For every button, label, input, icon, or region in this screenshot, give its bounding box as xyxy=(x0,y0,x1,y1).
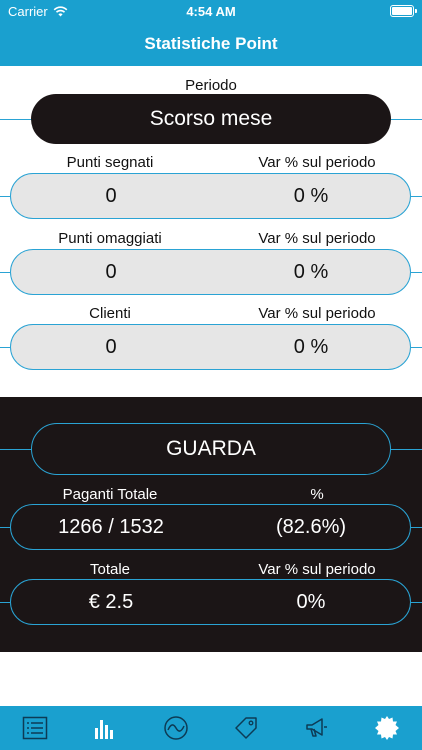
stat-row: 0 0 % xyxy=(10,173,411,219)
stat-right-label: Var % sul periodo xyxy=(258,305,376,322)
stat-left-label: Punti segnati xyxy=(66,154,154,171)
side-line xyxy=(411,272,422,273)
period-label: Periodo xyxy=(185,77,237,94)
status-bar: Carrier 4:54 AM xyxy=(0,0,422,22)
summary-left-value: € 2.5 xyxy=(88,591,134,613)
tab-promotions[interactable] xyxy=(296,708,336,748)
tab-bar xyxy=(0,706,422,750)
header: Carrier 4:54 AM Statistiche Point xyxy=(0,0,422,66)
clock: 4:54 AM xyxy=(186,4,236,19)
summary-right-value: 0% xyxy=(296,591,326,613)
stat-right-label: Var % sul periodo xyxy=(258,154,376,171)
period-selector-button[interactable]: Scorso mese xyxy=(31,94,391,144)
side-line xyxy=(0,527,10,528)
megaphone-icon xyxy=(306,718,328,737)
stat-left-label: Clienti xyxy=(89,305,131,322)
summary-right-label: % xyxy=(310,486,324,503)
tab-trend[interactable] xyxy=(156,708,196,748)
stat-right-value: 0 % xyxy=(293,261,329,283)
filter-stats-section: Periodo Scorso mese Punti segnati Var % … xyxy=(0,66,422,396)
tab-badges[interactable] xyxy=(367,708,407,748)
side-line xyxy=(0,272,10,273)
stat-row: 0 0 % xyxy=(10,324,411,370)
tab-statistics[interactable] xyxy=(85,708,125,748)
side-line xyxy=(411,347,422,348)
stat-left-value: 0 xyxy=(105,336,117,358)
trend-icon xyxy=(164,716,188,740)
summary-left-label: Totale xyxy=(89,561,131,578)
battery-icon xyxy=(390,5,417,17)
summary-left-value: 1266 / 1532 xyxy=(58,516,164,538)
summary-row: € 2.5 0% xyxy=(10,579,411,625)
side-line xyxy=(0,449,31,450)
summary-right-label: Var % sul periodo xyxy=(258,561,376,578)
stat-left-label: Punti omaggiati xyxy=(58,230,162,247)
side-line xyxy=(411,196,422,197)
side-line xyxy=(0,196,10,197)
page-title: Statistiche Point xyxy=(144,34,278,53)
stat-right-label: Var % sul periodo xyxy=(258,230,376,247)
list-icon xyxy=(22,716,48,740)
stat-left-value: 0 xyxy=(105,261,117,283)
side-line xyxy=(0,347,10,348)
summary-section: GUARDA Paganti Totale % 1266 / 1532 (82.… xyxy=(0,397,422,652)
summary-left-label: Paganti Totale xyxy=(62,486,158,503)
side-line xyxy=(0,602,10,603)
side-line xyxy=(411,602,422,603)
stat-right-value: 0 % xyxy=(293,185,329,207)
side-line xyxy=(391,119,422,120)
bar-chart-icon xyxy=(95,720,114,739)
side-line xyxy=(0,119,31,120)
stat-right-value: 0 % xyxy=(293,336,329,358)
stat-row: 0 0 % xyxy=(10,249,411,295)
stat-left-value: 0 xyxy=(105,185,117,207)
tab-tags[interactable] xyxy=(226,708,266,748)
side-line xyxy=(411,527,422,528)
tab-list[interactable] xyxy=(15,708,55,748)
tag-icon xyxy=(235,717,257,739)
badge-icon xyxy=(374,716,399,740)
side-line xyxy=(391,449,422,450)
summary-row: 1266 / 1532 (82.6%) xyxy=(10,504,411,550)
guarda-button[interactable]: GUARDA xyxy=(31,423,391,475)
summary-right-value: (82.6%) xyxy=(275,516,347,538)
